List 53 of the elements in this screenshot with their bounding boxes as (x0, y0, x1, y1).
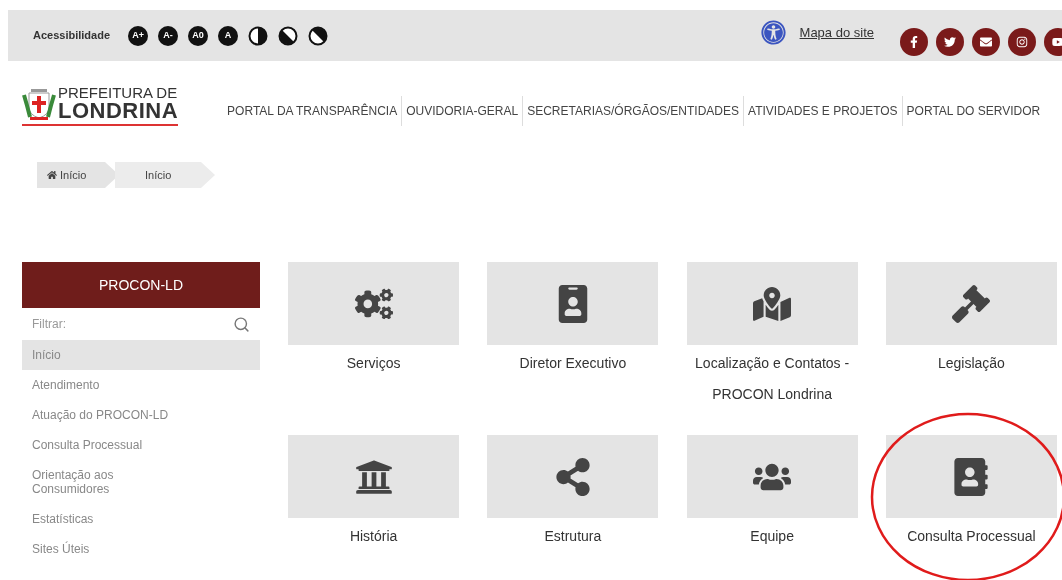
tile-label[interactable]: Consulta Processual (888, 521, 1054, 552)
breadcrumb-label: Início (60, 167, 87, 183)
accessibility-label: Acessibilidade (33, 28, 111, 44)
contact-book-icon (952, 457, 991, 496)
envelope-button[interactable] (972, 27, 1000, 56)
filter-field[interactable]: Filtrar: (32, 315, 233, 333)
breadcrumb-label: Início (145, 167, 172, 183)
map-pin-icon (753, 284, 792, 323)
font-size-button[interactable]: A0 (188, 25, 209, 46)
tile-card[interactable] (487, 435, 659, 518)
tile-card[interactable] (686, 435, 858, 518)
youtube-icon (1052, 35, 1062, 48)
font-size-button[interactable]: A+ (128, 25, 149, 46)
logo-title: LONDRINA (58, 100, 179, 122)
contrast-icon[interactable] (248, 25, 269, 46)
nav-link[interactable]: ATIVIDADES E PROJETOS (743, 96, 902, 126)
tile-label[interactable]: Equipe (689, 521, 855, 552)
twitter-icon (944, 35, 956, 48)
tile-card[interactable] (288, 435, 460, 518)
breadcrumb-item[interactable]: Início (115, 162, 215, 188)
nav-link[interactable]: SECRETARIAS/ÓRGÃOS/ENTIDADES (522, 96, 743, 126)
facebook-button[interactable] (900, 27, 928, 56)
tile-card[interactable] (487, 262, 659, 345)
nav-link[interactable]: PORTAL DA TRANSPARÊNCIA (223, 96, 402, 126)
instagram-button[interactable] (1008, 27, 1036, 56)
contrast-icon[interactable] (308, 25, 329, 46)
instagram-icon (1016, 35, 1028, 48)
tile-card[interactable] (288, 262, 460, 345)
envelope-icon (980, 35, 992, 48)
tile-label[interactable]: Diretor Executivo (490, 348, 656, 379)
tile-card[interactable] (885, 435, 1057, 518)
accessibility-icon[interactable] (760, 20, 786, 45)
tile-label[interactable]: Legislação (888, 348, 1054, 379)
gavel-icon (952, 284, 991, 323)
share-icon (553, 457, 592, 496)
tile-label[interactable]: Estrutura (490, 521, 656, 552)
nav-link[interactable]: PORTAL DO SERVIDOR (901, 96, 1045, 126)
tile-label[interactable]: História (291, 521, 457, 552)
tile-card[interactable] (686, 262, 858, 345)
tile-label[interactable]: Localização e Contatos - PROCON Londrina (689, 348, 855, 410)
twitter-button[interactable] (936, 27, 964, 56)
facebook-icon (908, 35, 920, 48)
home-icon (47, 170, 57, 180)
tile-card[interactable] (885, 262, 1057, 345)
font-size-button[interactable]: A- (158, 25, 179, 46)
nav-link[interactable]: OUVIDORIA-GERAL (401, 96, 523, 126)
contrast-icon[interactable] (278, 25, 299, 46)
logo-subtitle: PREFEITURA DE (58, 85, 179, 100)
search-icon[interactable] (233, 315, 250, 333)
font-size-button[interactable]: A (218, 25, 239, 46)
site-map-link[interactable]: Mapa do site (799, 22, 874, 43)
sidebar-title: PROCON-LD (22, 262, 260, 308)
tile-label[interactable]: Serviços (291, 348, 457, 379)
